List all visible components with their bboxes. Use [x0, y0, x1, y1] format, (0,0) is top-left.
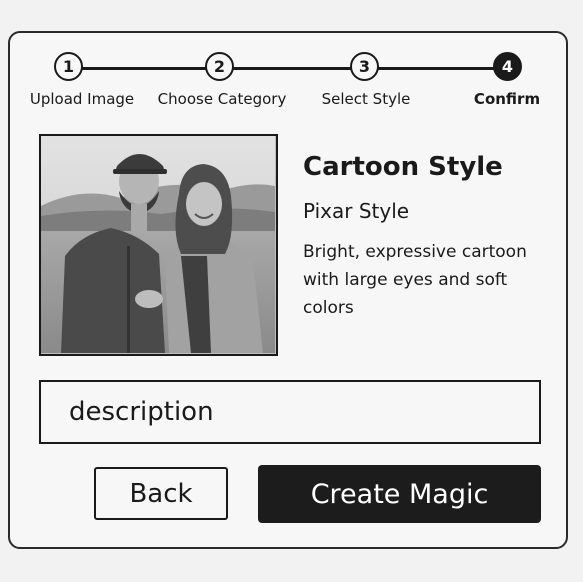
- step-1-label[interactable]: Upload Image: [30, 90, 134, 108]
- couple-photo-image: [41, 136, 275, 353]
- step-2-circle[interactable]: 2: [205, 52, 234, 81]
- step-2-label[interactable]: Choose Category: [158, 90, 287, 108]
- step-2-number: 2: [213, 56, 226, 76]
- create-magic-button[interactable]: Create Magic: [258, 465, 541, 523]
- style-title: Cartoon Style: [303, 152, 503, 182]
- description-input[interactable]: [39, 380, 541, 444]
- step-1-circle[interactable]: 1: [54, 52, 83, 81]
- step-4-label[interactable]: Confirm: [474, 90, 540, 108]
- style-description: Bright, expressive cartoon with large ey…: [303, 242, 527, 318]
- style-subtitle: Pixar Style: [303, 199, 410, 223]
- step-3-circle[interactable]: 3: [350, 52, 379, 81]
- step-4-number: 4: [501, 56, 514, 76]
- back-button[interactable]: Back: [94, 467, 228, 520]
- step-1-number: 1: [62, 56, 75, 76]
- stepper-connector-line: [69, 67, 509, 70]
- step-4-circle[interactable]: 4: [493, 52, 522, 81]
- step-3-label[interactable]: Select Style: [322, 90, 411, 108]
- step-3-number: 3: [358, 56, 371, 76]
- preview-photo: [39, 134, 278, 356]
